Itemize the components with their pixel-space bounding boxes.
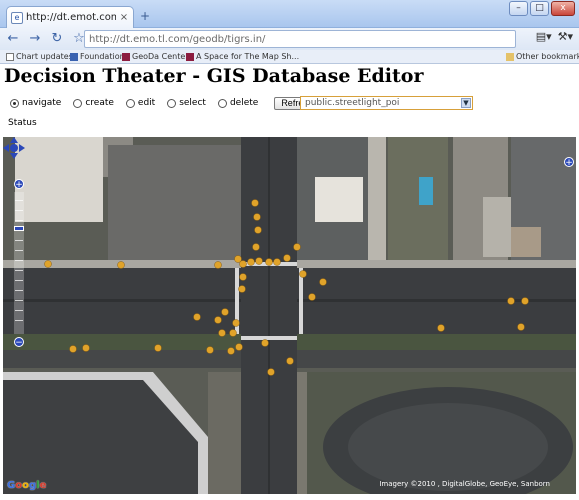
radio-button[interactable] <box>10 98 19 108</box>
bookmarks-bar: Chart updates Foundation GeoDa Center A … <box>0 50 579 64</box>
maximize-button[interactable]: □ <box>530 1 549 16</box>
zoom-slider[interactable] <box>14 192 24 334</box>
map-imagery <box>3 137 576 494</box>
zoom-slider-thumb[interactable] <box>14 226 24 231</box>
page-favicon-icon: e <box>11 11 23 24</box>
tab-close-icon[interactable]: × <box>119 12 129 23</box>
asu-icon <box>122 52 130 61</box>
title-bar: e http://dt.emot.com/geodb... × + – □ x <box>0 0 579 28</box>
reload-button[interactable]: ↻ <box>48 30 66 48</box>
minimize-button[interactable]: – <box>509 1 528 16</box>
mode-radio-create[interactable]: create <box>73 98 114 108</box>
mode-radio-delete[interactable]: delete <box>217 98 258 108</box>
browser-tab[interactable]: e http://dt.emot.com/geodb... × <box>6 6 134 28</box>
back-button[interactable]: ← <box>4 30 22 48</box>
layer-switcher-button[interactable]: + <box>564 157 574 168</box>
folder-icon <box>506 52 514 61</box>
radio-button[interactable] <box>167 98 177 108</box>
google-logo: Google <box>7 480 47 491</box>
mode-radio-navigate[interactable]: navigate <box>10 98 61 108</box>
forward-button[interactable]: → <box>26 30 44 48</box>
map-copyright: Imagery ©2010 , DigitalGlobe, GeoEye, Sa… <box>379 480 550 488</box>
url-text: http://dt.emo.tl.com/geodb/tigrs.in/ <box>89 33 266 45</box>
bookmark-item[interactable]: GeoDa Center <box>122 52 189 61</box>
new-tab-button[interactable]: + <box>138 10 152 24</box>
mode-radio-select[interactable]: select <box>167 98 206 108</box>
mode-radio-edit[interactable]: edit <box>125 98 155 108</box>
mode-selector: navigate create edit select delete Refre… <box>10 96 320 110</box>
radio-button[interactable] <box>217 98 227 108</box>
satellite-map[interactable]: + − + Google Imagery ©2010 , DigitalGlob… <box>3 137 576 494</box>
zoom-in-button[interactable]: + <box>14 179 24 190</box>
bookmark-item[interactable]: A Space for The Map Sh... <box>186 52 299 61</box>
other-bookmarks[interactable]: Other bookmarks <box>506 52 579 61</box>
radio-button[interactable] <box>125 98 135 108</box>
folder-icon <box>70 52 78 61</box>
close-window-button[interactable]: x <box>551 1 575 16</box>
page-icon <box>6 52 14 61</box>
tab-title: http://dt.emot.com/geodb... <box>26 12 116 23</box>
address-bar[interactable]: http://dt.emo.tl.com/geodb/tigrs.in/ <box>84 30 516 48</box>
status-label: Status <box>8 118 37 128</box>
zoom-out-button[interactable]: − <box>14 337 24 348</box>
bookmark-item[interactable]: Chart updates <box>6 52 73 61</box>
wrench-menu-icon[interactable]: ⚒▾ <box>558 30 573 43</box>
page-title: Decision Theater - GIS Database Editor <box>4 65 424 87</box>
page-menu-icon[interactable]: ▤▾ <box>536 30 552 43</box>
bookmark-item[interactable]: Foundation <box>70 52 125 61</box>
dataset-value: public.streetlight_poi <box>305 98 400 108</box>
radio-button[interactable] <box>73 98 83 108</box>
dataset-select[interactable]: public.streetlight_poi ▼ <box>300 96 473 110</box>
toolbar-menus: ▤▾ ⚒▾ <box>536 30 573 43</box>
window-controls: – □ x <box>509 1 575 16</box>
pan-control-icon[interactable] <box>3 137 25 159</box>
chevron-down-icon[interactable]: ▼ <box>461 98 471 108</box>
asu-icon <box>186 52 194 61</box>
